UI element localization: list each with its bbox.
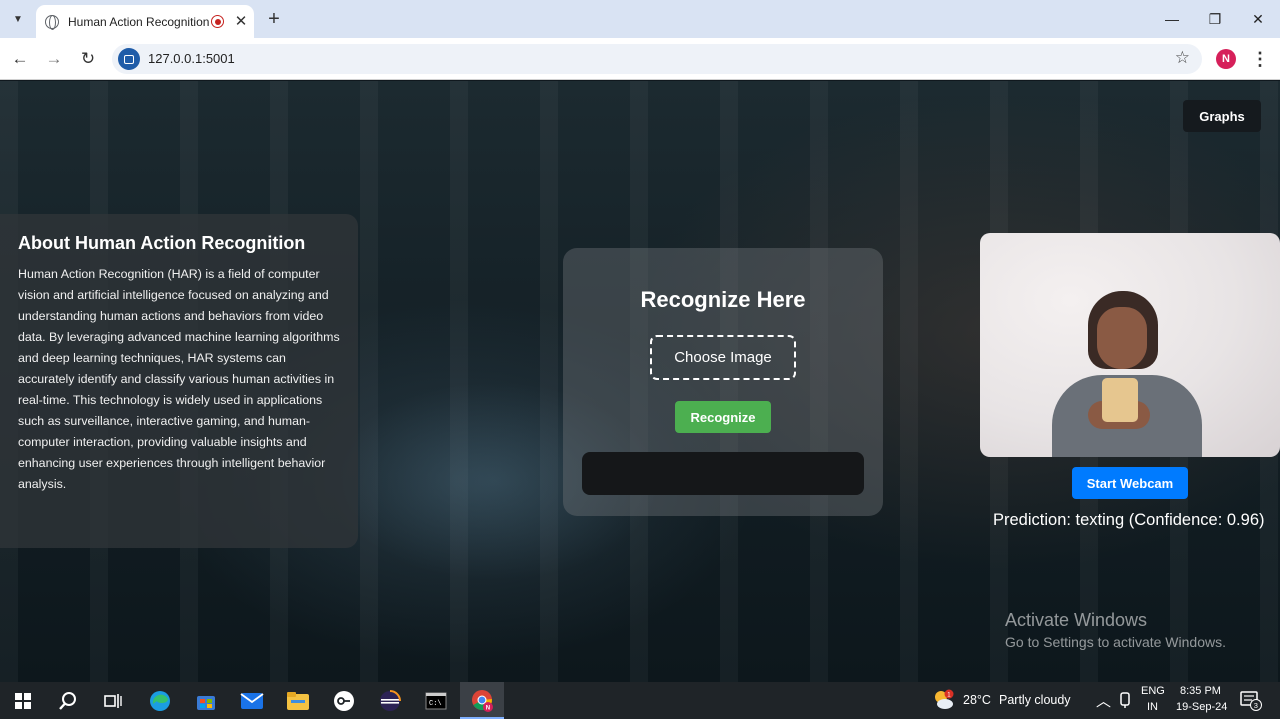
close-window-button[interactable]: ✕ xyxy=(1235,0,1280,38)
recognize-card: Recognize Here Choose Image Recognize xyxy=(563,248,883,516)
tab-search-button[interactable]: ▼ xyxy=(6,8,30,30)
activate-title: Activate Windows xyxy=(1005,610,1148,630)
restore-button[interactable]: ❐ xyxy=(1192,0,1238,38)
store-icon xyxy=(197,696,215,710)
pen-icon[interactable] xyxy=(1118,692,1132,708)
folder-icon xyxy=(287,692,309,710)
weather-temp[interactable]: 28°C xyxy=(963,693,991,707)
recording-icon xyxy=(211,15,224,28)
activate-windows-watermark: Activate Windows Go to Settings to activ… xyxy=(1005,610,1226,650)
browser-tab-bar: ▼ Human Action Recognition ✕ + — ❐ ✕ xyxy=(0,0,1280,38)
chevron-up-icon[interactable]: ︿ xyxy=(1096,690,1111,711)
minimize-button[interactable]: — xyxy=(1149,0,1195,38)
bookmark-star-icon[interactable]: ☆ xyxy=(1175,48,1190,68)
address-bar[interactable]: 127.0.0.1:5001 ☆ xyxy=(112,44,1202,74)
search-button[interactable] xyxy=(53,686,83,716)
svg-text:N: N xyxy=(486,705,490,711)
phone-in-hand xyxy=(1102,378,1138,422)
about-card: About Human Action Recognition Human Act… xyxy=(0,214,358,548)
settings-app[interactable] xyxy=(329,686,359,716)
webcam-feed xyxy=(980,233,1280,457)
task-view-button[interactable] xyxy=(98,686,128,716)
eclipse-icon xyxy=(380,690,401,711)
camera-in-use-icon[interactable] xyxy=(118,48,140,70)
search-icon xyxy=(59,692,76,710)
start-webcam-button[interactable]: Start Webcam xyxy=(1072,467,1188,499)
profile-avatar[interactable]: N xyxy=(1216,49,1236,69)
weather-icon[interactable]: 1 xyxy=(932,689,954,711)
edge-app[interactable] xyxy=(145,686,175,716)
activate-subtitle: Go to Settings to activate Windows. xyxy=(1005,634,1226,650)
recognize-title: Recognize Here xyxy=(640,287,806,312)
chrome-app[interactable]: N xyxy=(460,682,504,719)
task-view-icon xyxy=(104,694,122,708)
result-box xyxy=(582,452,864,495)
file-explorer-app[interactable] xyxy=(283,686,313,716)
notification-icon[interactable]: 3 xyxy=(1240,691,1262,711)
menu-icon[interactable]: ⋮ xyxy=(1250,47,1270,71)
clock-time[interactable]: 8:35 PM xyxy=(1180,685,1221,697)
store-app[interactable] xyxy=(191,686,221,716)
page-content: Graphs About Human Action Recognition Hu… xyxy=(0,81,1280,682)
browser-toolbar: ← → ↻ 127.0.0.1:5001 ☆ xyxy=(0,38,1280,80)
language-bottom[interactable]: IN xyxy=(1147,701,1158,713)
edge-icon xyxy=(150,691,170,711)
graphs-button[interactable]: Graphs xyxy=(1183,100,1261,132)
forward-button[interactable]: → xyxy=(42,47,66,71)
key-app-icon xyxy=(334,691,354,711)
language-top[interactable]: ENG xyxy=(1141,685,1165,697)
new-tab-button[interactable]: + xyxy=(262,7,286,31)
tab-title: Human Action Recognition xyxy=(68,14,210,29)
eclipse-app[interactable] xyxy=(375,686,405,716)
prediction-text: Prediction: texting (Confidence: 0.96) xyxy=(993,511,1265,529)
globe-icon xyxy=(45,14,59,30)
about-text: Human Action Recognition (HAR) is a fiel… xyxy=(18,267,340,491)
chrome-icon: N xyxy=(472,689,493,712)
svg-text:3: 3 xyxy=(1254,701,1258,710)
terminal-app[interactable]: C:\ xyxy=(421,686,451,716)
back-button[interactable]: ← xyxy=(8,47,32,71)
person-face xyxy=(1097,307,1147,369)
browser-tab[interactable]: Human Action Recognition ✕ xyxy=(36,5,254,38)
mail-icon xyxy=(240,693,264,709)
about-title: About Human Action Recognition xyxy=(18,233,306,253)
weather-desc[interactable]: Partly cloudy xyxy=(999,693,1071,707)
reload-button[interactable]: ↻ xyxy=(76,47,100,71)
choose-image-button[interactable]: Choose Image xyxy=(650,335,796,380)
close-tab-icon[interactable]: ✕ xyxy=(231,11,251,31)
clock-date[interactable]: 19-Sep-24 xyxy=(1176,701,1227,713)
recognize-button[interactable]: Recognize xyxy=(675,401,771,433)
windows-logo-icon xyxy=(15,693,31,709)
start-button[interactable] xyxy=(8,686,38,716)
url-text: 127.0.0.1:5001 xyxy=(148,51,235,66)
mail-app[interactable] xyxy=(237,686,267,716)
svg-text:C:\: C:\ xyxy=(429,700,442,708)
taskbar: C:\ N 1 28°C Partly cloudy ︿ ENG IN 8:35… xyxy=(0,682,1280,719)
terminal-icon: C:\ xyxy=(425,692,447,710)
